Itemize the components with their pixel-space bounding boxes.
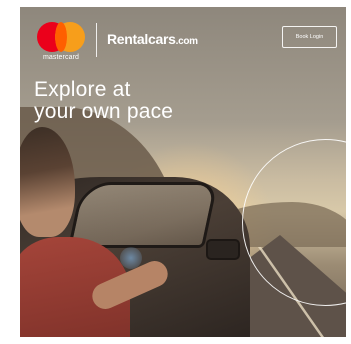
headline-line-1: Explore at: [34, 78, 131, 101]
mastercard-overlap-icon: [55, 22, 67, 52]
car-windshield: [67, 182, 219, 248]
brand-suffix: .com: [175, 36, 198, 47]
mastercard-logo: mastercard: [35, 20, 87, 64]
ad-banner[interactable]: mastercard Rentalcars.com Book Login Exp…: [20, 7, 346, 337]
hero-headline: Explore at your own pace: [34, 79, 173, 123]
mastercard-wordmark: mastercard: [42, 54, 79, 61]
headline-line-2: your own pace: [34, 100, 174, 123]
book-login-button[interactable]: Book Login: [282, 26, 337, 48]
lens-flare: [120, 247, 142, 269]
side-mirror: [206, 239, 240, 260]
rentalcars-logo: Rentalcars.com: [107, 31, 198, 47]
logo-divider: [96, 23, 97, 57]
brand-name: Rentalcars: [107, 31, 176, 47]
